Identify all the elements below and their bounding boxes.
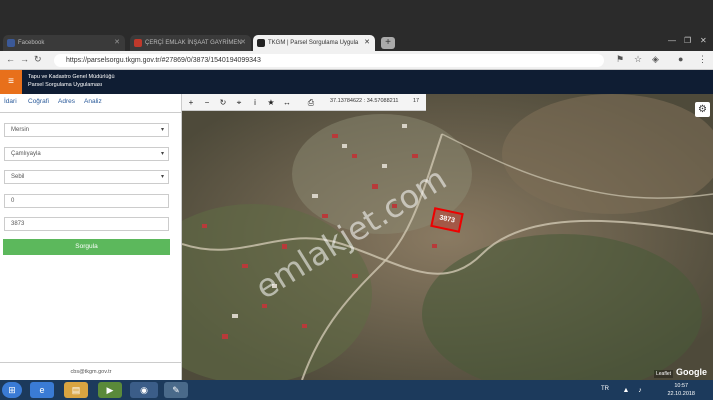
internet-explorer-icon[interactable]: e (30, 382, 54, 398)
favorite-star-icon[interactable]: ★ (264, 96, 278, 109)
parsel-value: 3873 (11, 221, 25, 227)
facebook-icon (7, 39, 15, 47)
zoom-out-button[interactable]: − (200, 96, 214, 109)
info-icon[interactable]: i (248, 96, 262, 109)
chevron-down-icon: ▾ (160, 174, 164, 180)
start-button[interactable]: ⊞ (2, 382, 22, 398)
mahalle-value: Sebil (11, 174, 25, 180)
chevron-down-icon: ▾ (160, 151, 164, 157)
chrome-icon[interactable]: ◉ (130, 382, 158, 398)
close-tab-icon[interactable]: ✕ (114, 35, 120, 51)
app-title-line2: Parsel Sorgulama Uygulaması (28, 82, 103, 88)
bookmark-star-icon[interactable]: ☆ (634, 54, 642, 65)
url-text: https://parselsorgu.tkgm.gov.tr/#27869/0… (66, 57, 261, 64)
app-title-line1: Tapu ve Kadastro Genel Müdürlüğü (28, 74, 115, 80)
parsel-input[interactable]: 3873 (4, 217, 169, 231)
chevron-down-icon: ▾ (160, 127, 164, 133)
system-clock[interactable]: 10:57 22.10.2018 (667, 382, 695, 398)
url-input[interactable]: https://parselsorgu.tkgm.gov.tr/#27869/0… (54, 54, 604, 67)
reload-icon[interactable]: ↻ (34, 54, 42, 65)
tab-tkgm[interactable]: TKGM | Parsel Sorgulama Uygula ✕ (253, 35, 375, 51)
google-logo: Google (676, 367, 707, 377)
clock-date: 22.10.2018 (667, 391, 695, 397)
app-header: ≡ Tapu ve Kadastro Genel Müdürlüğü Parse… (0, 70, 713, 94)
ada-value: 0 (11, 198, 15, 204)
close-tab-icon[interactable]: ✕ (364, 35, 370, 51)
volume-icon[interactable]: ♪ (634, 383, 646, 399)
app-title: Tapu ve Kadastro Genel Müdürlüğü Parsel … (28, 73, 115, 89)
network-icon[interactable]: ▲ (620, 383, 632, 399)
minimize-icon[interactable]: — (668, 36, 676, 45)
locate-icon[interactable]: ⌖ (232, 96, 246, 109)
tab-idari[interactable]: İdari (4, 98, 17, 105)
tab-analiz[interactable]: Analiz (84, 98, 102, 105)
account-icon[interactable]: ● (678, 54, 683, 64)
satellite-map[interactable]: + − ↻ ⌖ i ★ ↔ ⎙ 37.13784622 : 34.5708821… (182, 94, 713, 380)
hamburger-menu-button[interactable]: ≡ (0, 70, 22, 94)
mahalle-select[interactable]: Sebil ▾ (4, 170, 169, 184)
zoom-level: 17 (413, 98, 420, 104)
close-window-icon[interactable]: ✕ (700, 36, 707, 45)
zoom-in-button[interactable]: + (184, 96, 198, 109)
translate-icon[interactable]: ⚑ (616, 54, 624, 65)
clock-time: 10:57 (674, 383, 689, 389)
ilce-value: Çamlıyayla (11, 151, 41, 157)
satellite-imagery (182, 94, 713, 380)
tab-facebook[interactable]: Facebook ✕ (3, 35, 125, 51)
gear-icon[interactable]: ⚙ (695, 102, 710, 117)
file-explorer-icon[interactable]: ▤ (64, 382, 88, 398)
refresh-icon[interactable]: ↻ (216, 96, 230, 109)
query-sidebar: İdari Coğrafi Adres Analiz Mersin ▾ Çaml… (0, 94, 182, 380)
leaflet-attribution[interactable]: Leaflet (653, 370, 673, 378)
maximize-icon[interactable]: ❐ (684, 36, 691, 45)
ada-input[interactable]: 0 (4, 194, 169, 208)
tab-adres[interactable]: Adres (58, 98, 75, 105)
app-icon[interactable]: ✎ (164, 382, 188, 398)
tab-title: Facebook (18, 40, 45, 46)
new-tab-button[interactable]: + (381, 37, 395, 49)
tab-cerci-emlak[interactable]: ÇERÇİ EMLAK İNŞAAT GAYRİMEN ✕ (130, 35, 251, 51)
coordinate-readout: 37.13784622 : 34.57088211 (330, 98, 399, 104)
site-favicon-icon (134, 39, 142, 47)
il-select[interactable]: Mersin ▾ (4, 123, 169, 137)
location-pin-icon (257, 39, 265, 47)
language-indicator[interactable]: TR (601, 386, 609, 392)
address-bar: ← → ↻ https://parselsorgu.tkgm.gov.tr/#2… (0, 51, 713, 70)
tab-divider (0, 112, 182, 113)
media-player-icon[interactable]: ▶ (98, 382, 122, 398)
footer-email[interactable]: cbs@tkgm.gov.tr (0, 362, 182, 380)
close-tab-icon[interactable]: ✕ (240, 35, 246, 51)
menu-dots-icon[interactable]: ⋮ (698, 54, 707, 65)
parcel-label: 3873 (438, 214, 456, 225)
il-value: Mersin (11, 127, 30, 133)
windows-taskbar: ⊞ e ▤ ▶ ◉ ✎ TR ▲ ♪ 10:57 22.10.2018 (0, 380, 713, 400)
forward-icon[interactable]: → (20, 54, 29, 64)
tab-title: TKGM | Parsel Sorgulama Uygula (268, 40, 359, 46)
tab-title: ÇERÇİ EMLAK İNŞAAT GAYRİMEN (145, 40, 242, 46)
extension-icon[interactable]: ◈ (652, 54, 659, 65)
measure-icon[interactable]: ↔ (280, 96, 294, 109)
back-icon[interactable]: ← (6, 54, 15, 64)
sorgula-button[interactable]: Sorgula (3, 239, 170, 255)
print-icon[interactable]: ⎙ (304, 96, 318, 109)
ilce-select[interactable]: Çamlıyayla ▾ (4, 147, 169, 161)
map-toolbar: + − ↻ ⌖ i ★ ↔ ⎙ 37.13784622 : 34.5708821… (182, 94, 426, 111)
browser-tab-bar: Facebook ✕ ÇERÇİ EMLAK İNŞAAT GAYRİMEN ✕… (0, 0, 713, 51)
tab-cografi[interactable]: Coğrafi (28, 98, 49, 105)
